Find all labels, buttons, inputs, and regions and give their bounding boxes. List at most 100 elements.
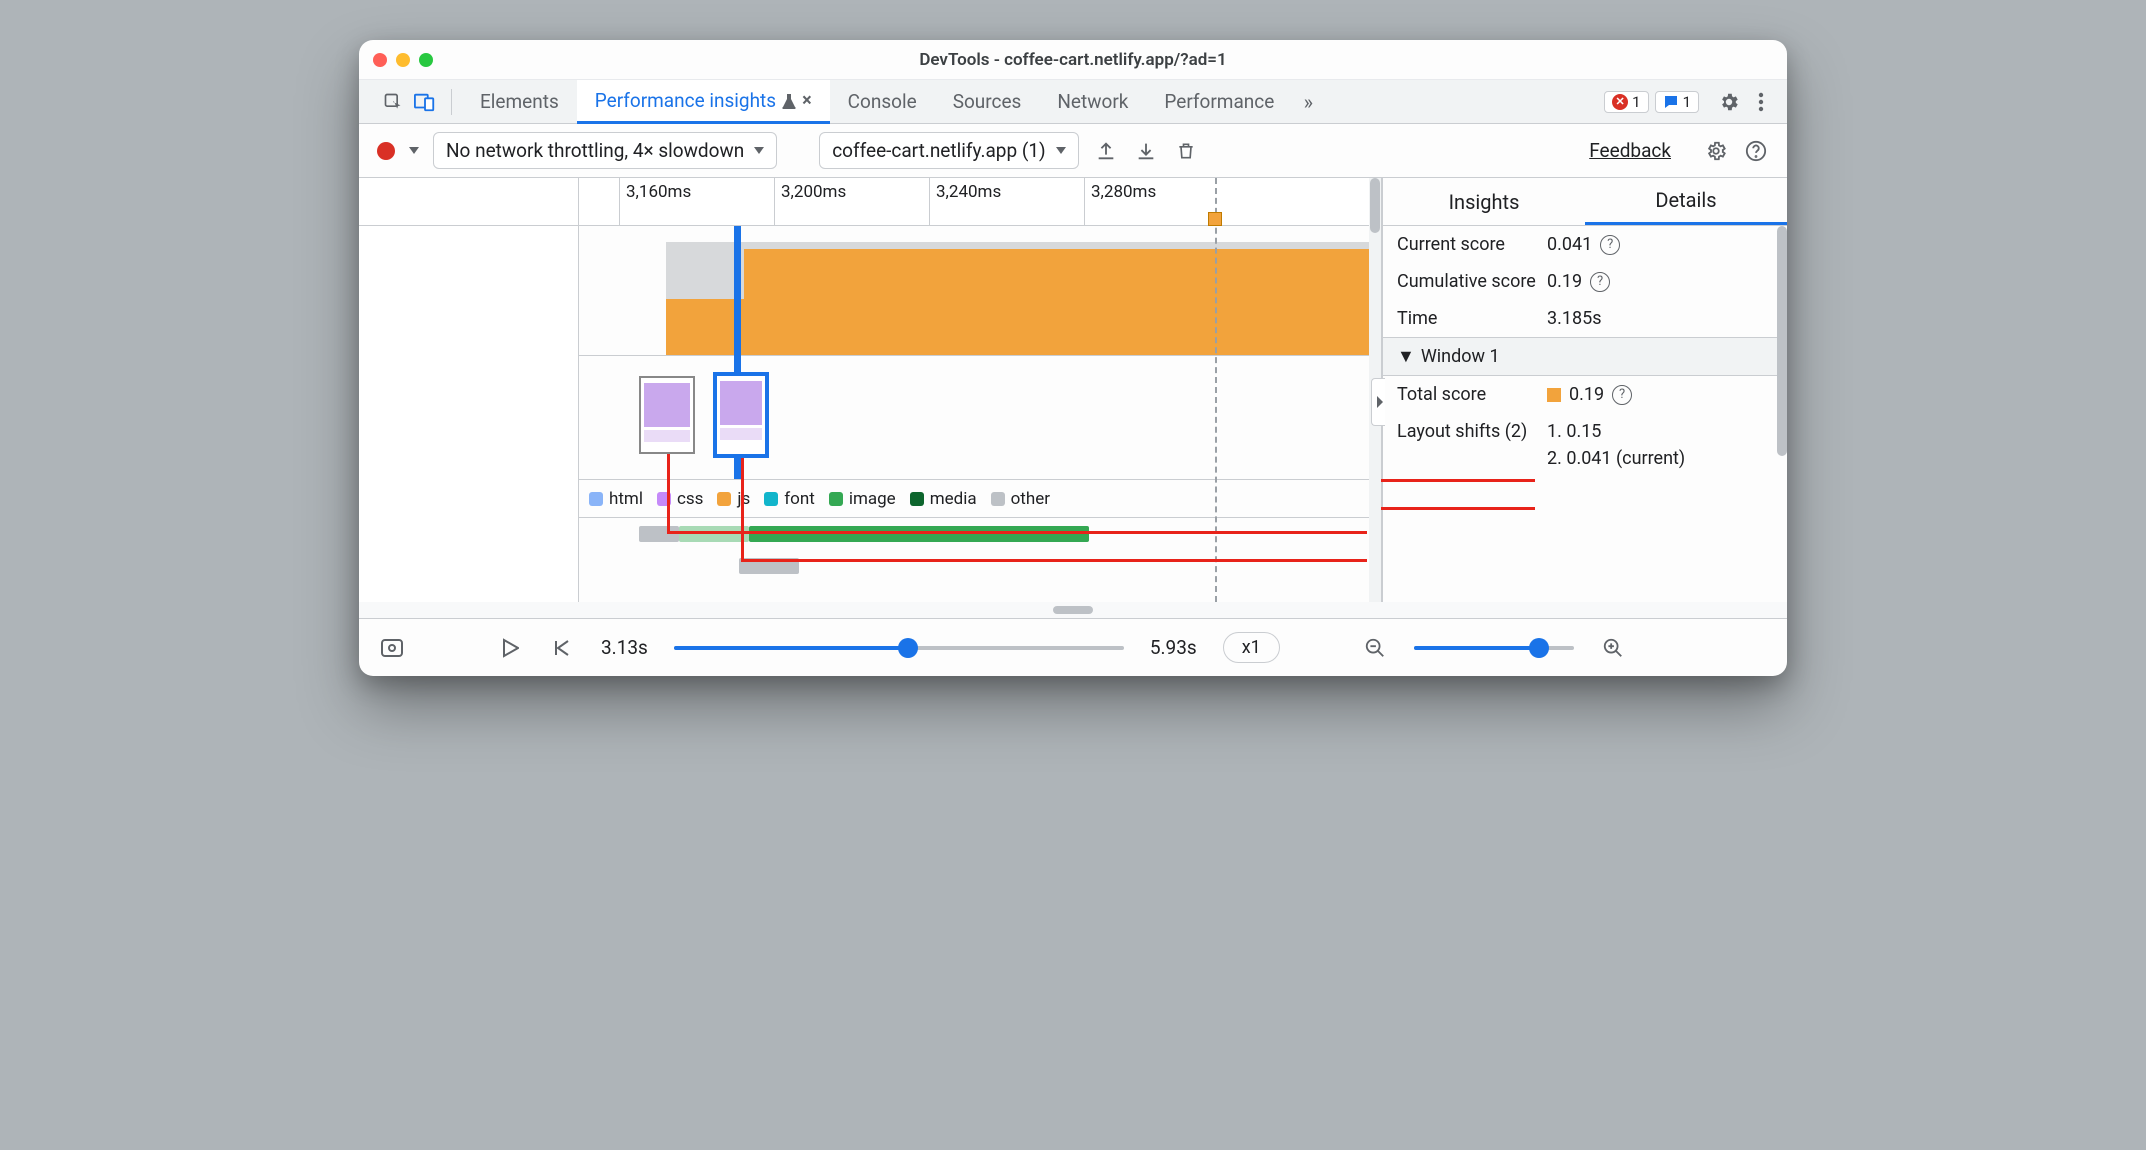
row-cumulative-score: Cumulative score 0.19? bbox=[1383, 263, 1787, 300]
delete-icon[interactable] bbox=[1173, 138, 1199, 164]
tab-network[interactable]: Network bbox=[1039, 80, 1146, 124]
collapse-triangle-icon: ▼ bbox=[1397, 346, 1415, 367]
skip-back-icon[interactable] bbox=[549, 635, 575, 661]
chip-js: js bbox=[717, 489, 750, 509]
score-square-icon bbox=[1547, 388, 1561, 402]
help-icon[interactable]: ? bbox=[1590, 272, 1610, 292]
issue-icon bbox=[1663, 94, 1679, 110]
errors-count: 1 bbox=[1632, 93, 1640, 111]
details-scrollbar[interactable] bbox=[1777, 226, 1787, 456]
annotation-line bbox=[1381, 479, 1535, 482]
chip-html: html bbox=[589, 489, 643, 509]
time-ruler[interactable]: 3,160ms 3,200ms 3,240ms 3,280ms bbox=[579, 178, 1369, 226]
horizontal-scrollbar[interactable] bbox=[359, 602, 1787, 618]
range-start: 3.13s bbox=[601, 636, 648, 659]
request-bar-1[interactable] bbox=[579, 518, 1369, 550]
cum-score-value: 0.19 bbox=[1547, 271, 1582, 292]
issues-badge[interactable]: 1 bbox=[1655, 91, 1699, 113]
row-time: Time 3.185s bbox=[1383, 300, 1787, 337]
zoom-slider[interactable] bbox=[1414, 646, 1574, 650]
tab-sources[interactable]: Sources bbox=[935, 80, 1040, 124]
playback-slider[interactable] bbox=[674, 646, 1124, 650]
settings-gear-icon[interactable] bbox=[1713, 86, 1745, 118]
row-total-score: Total score 0.19 ? bbox=[1383, 376, 1787, 413]
close-tab-icon[interactable]: × bbox=[802, 90, 812, 111]
zoom-out-icon[interactable] bbox=[1362, 635, 1388, 661]
layout-shift-thumbnail-1[interactable] bbox=[639, 376, 695, 454]
flask-icon bbox=[782, 93, 796, 109]
chevron-down-icon bbox=[1056, 147, 1066, 154]
chip-other: other bbox=[991, 489, 1050, 509]
zoom-in-icon[interactable] bbox=[1600, 635, 1626, 661]
chip-css: css bbox=[657, 489, 703, 509]
help-icon[interactable] bbox=[1743, 138, 1769, 164]
current-score-value: 0.041 bbox=[1547, 234, 1592, 255]
time-value: 3.185s bbox=[1547, 308, 1602, 329]
window-title: DevTools - coffee-cart.netlify.app/?ad=1 bbox=[359, 50, 1787, 70]
layout-shift-item-1[interactable]: 1. 0.15 bbox=[1547, 421, 1601, 442]
layout-shifts-track[interactable] bbox=[579, 356, 1369, 480]
playback-toolbar: 3.13s 5.93s x1 bbox=[359, 618, 1787, 676]
tab-details[interactable]: Details bbox=[1585, 178, 1787, 225]
chip-media: media bbox=[910, 489, 977, 509]
layout-shift-item-2[interactable]: 2. 0.041 (current) bbox=[1547, 448, 1685, 469]
recording-label: coffee-cart.netlify.app (1) bbox=[832, 139, 1045, 162]
tab-label: Performance insights bbox=[595, 89, 776, 112]
throttling-select[interactable]: No network throttling, 4× slowdown bbox=[433, 132, 777, 169]
record-button[interactable] bbox=[377, 142, 395, 160]
device-toggle-icon[interactable] bbox=[409, 86, 441, 118]
titlebar: DevTools - coffee-cart.netlify.app/?ad=1 bbox=[359, 40, 1787, 80]
more-tabs-icon[interactable]: » bbox=[1292, 86, 1324, 118]
record-menu-icon[interactable] bbox=[409, 147, 419, 154]
error-icon: ✕ bbox=[1612, 94, 1628, 110]
chevron-down-icon bbox=[754, 147, 764, 154]
range-end: 5.93s bbox=[1150, 636, 1197, 659]
tab-console[interactable]: Console bbox=[830, 80, 935, 124]
annotation-line bbox=[1381, 507, 1535, 510]
tab-elements[interactable]: Elements bbox=[462, 80, 577, 124]
track-labels-column bbox=[359, 178, 579, 602]
import-icon[interactable] bbox=[1133, 138, 1159, 164]
devtools-window: DevTools - coffee-cart.netlify.app/?ad=1… bbox=[359, 40, 1787, 676]
play-icon[interactable] bbox=[497, 635, 523, 661]
js-marker-icon[interactable] bbox=[1208, 212, 1222, 226]
section-window-1[interactable]: ▼ Window 1 bbox=[1383, 337, 1787, 376]
errors-badge[interactable]: ✕ 1 bbox=[1604, 91, 1648, 113]
row-layout-shifts: Layout shifts (2) 1. 0.15 2. 0.041 (curr… bbox=[1383, 413, 1787, 477]
help-icon[interactable]: ? bbox=[1612, 385, 1632, 405]
row-current-score: Current score 0.041? bbox=[1383, 226, 1787, 263]
export-icon[interactable] bbox=[1093, 138, 1119, 164]
feedback-link[interactable]: Feedback bbox=[1589, 139, 1671, 162]
panel-settings-gear-icon[interactable] bbox=[1703, 138, 1729, 164]
time-tick: 3,160ms bbox=[626, 182, 691, 202]
chip-font: font bbox=[764, 489, 815, 509]
details-tabs: Insights Details bbox=[1383, 178, 1787, 226]
time-tick: 3,240ms bbox=[936, 182, 1001, 202]
request-bar-2[interactable] bbox=[579, 550, 1369, 582]
throttling-label: No network throttling, 4× slowdown bbox=[446, 139, 744, 162]
time-tick: 3,200ms bbox=[781, 182, 846, 202]
help-icon[interactable]: ? bbox=[1600, 235, 1620, 255]
main-tabstrip: Elements Performance insights × Console … bbox=[359, 80, 1787, 124]
main-area: 3,160ms 3,200ms 3,240ms 3,280ms Layout S… bbox=[359, 178, 1787, 602]
tab-performance-insights[interactable]: Performance insights × bbox=[577, 80, 830, 124]
inspect-icon[interactable] bbox=[377, 86, 409, 118]
total-score-value: 0.19 bbox=[1569, 384, 1604, 405]
issues-count: 1 bbox=[1683, 93, 1691, 111]
chip-image: image bbox=[829, 489, 896, 509]
kebab-menu-icon[interactable] bbox=[1745, 86, 1777, 118]
tab-insights[interactable]: Insights bbox=[1383, 178, 1585, 225]
timeline[interactable]: 3,160ms 3,200ms 3,240ms 3,280ms Layout S… bbox=[359, 178, 1383, 602]
tab-performance[interactable]: Performance bbox=[1146, 80, 1292, 124]
details-pane: Insights Details Current score 0.041? Cu… bbox=[1383, 178, 1787, 602]
screenshot-toggle-icon[interactable] bbox=[379, 635, 405, 661]
flame-chart-row[interactable] bbox=[579, 226, 1369, 356]
playhead-marker bbox=[1215, 178, 1217, 602]
network-legend: html css js font image media other bbox=[579, 480, 1369, 518]
insights-toolbar: No network throttling, 4× slowdown coffe… bbox=[359, 124, 1787, 178]
layout-shift-thumbnail-2-selected[interactable] bbox=[713, 372, 769, 458]
time-tick: 3,280ms bbox=[1091, 182, 1156, 202]
collapse-handle-icon[interactable] bbox=[1371, 378, 1385, 426]
speed-pill[interactable]: x1 bbox=[1223, 632, 1280, 663]
recording-select[interactable]: coffee-cart.netlify.app (1) bbox=[819, 132, 1078, 169]
